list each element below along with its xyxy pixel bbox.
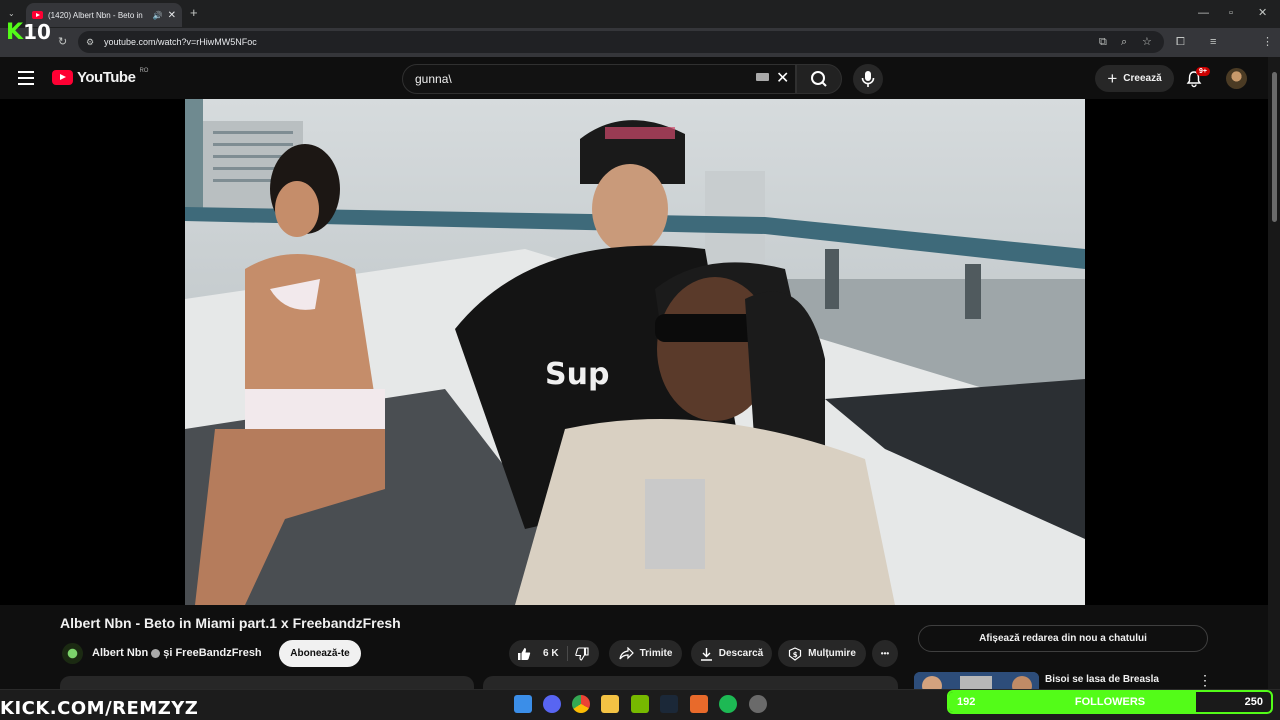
- like-divider: [567, 646, 568, 661]
- create-button[interactable]: + Creează: [1095, 65, 1174, 92]
- youtube-header: YouTube RO gunna\ ✕ + Creează 9+: [0, 57, 1280, 100]
- download-button[interactable]: Descarcă: [691, 640, 772, 667]
- clear-search-icon[interactable]: ✕: [776, 68, 789, 88]
- keyboard-icon[interactable]: [756, 73, 769, 81]
- scrollbar-thumb[interactable]: [1272, 72, 1277, 222]
- site-info-icon[interactable]: ⚙: [86, 35, 94, 49]
- youtube-wordmark: YouTube: [77, 69, 136, 86]
- download-label: Descarcă: [718, 648, 764, 659]
- like-dislike-group: 6 K: [509, 640, 599, 667]
- share-button[interactable]: Trimite: [609, 640, 682, 667]
- windows-start-icon[interactable]: [514, 695, 532, 713]
- channel-name[interactable]: Albert Nbn: [92, 647, 148, 659]
- maximize-icon[interactable]: ▫: [1229, 6, 1233, 20]
- discord-icon[interactable]: [543, 695, 561, 713]
- download-icon: [700, 647, 712, 661]
- subscribe-button[interactable]: Abonează-te: [279, 640, 361, 667]
- more-actions-button[interactable]: •••: [872, 640, 898, 667]
- search-button[interactable]: [796, 64, 842, 94]
- plus-icon: +: [1107, 68, 1118, 88]
- svg-text:$: $: [793, 651, 798, 659]
- youtube-favicon-icon: [32, 11, 43, 19]
- extensions-icon[interactable]: ⧠: [1176, 35, 1185, 49]
- steam-icon[interactable]: [660, 695, 678, 713]
- video-scene-image: Sup: [185, 99, 1085, 605]
- cast-icon[interactable]: ⧉: [1099, 35, 1107, 49]
- tab-search-icon[interactable]: ⌄: [8, 7, 15, 21]
- followers-goal-bar: 192 FOLLOWERS 250: [947, 690, 1273, 714]
- share-label: Trimite: [639, 648, 673, 659]
- youtube-play-icon: [52, 70, 73, 85]
- kick-logo: K10: [6, 20, 62, 46]
- voice-search-button[interactable]: [853, 64, 883, 94]
- recommended-menu-icon[interactable]: ⋮: [1198, 672, 1212, 689]
- video-title: Albert Nbn - Beto in Miami part.1 x Free…: [60, 615, 401, 631]
- zoom-icon[interactable]: ⌕: [1121, 35, 1127, 49]
- search-input[interactable]: gunna\: [402, 64, 796, 94]
- hamburger-icon[interactable]: [18, 71, 34, 85]
- svg-text:Sup: Sup: [545, 357, 609, 392]
- video-frame[interactable]: Sup: [185, 99, 1085, 605]
- account-avatar[interactable]: [1226, 68, 1247, 89]
- youtube-logo[interactable]: YouTube RO: [52, 67, 149, 86]
- notification-badge: 9+: [1196, 67, 1210, 76]
- search-icon: [811, 71, 827, 87]
- collab-channel[interactable]: și FreeBandzFresh: [163, 647, 261, 659]
- media-controls-icon[interactable]: ≡: [1210, 35, 1216, 49]
- minimize-icon[interactable]: —: [1198, 6, 1209, 20]
- nvidia-icon[interactable]: [631, 695, 649, 713]
- search-query: gunna\: [415, 72, 452, 86]
- file-explorer-icon[interactable]: [601, 695, 619, 713]
- thumbs-up-icon: [518, 647, 531, 660]
- verified-badge-icon: [151, 648, 161, 658]
- window-close-icon[interactable]: ✕: [1258, 6, 1267, 20]
- browser-address-bar: ↻ youtube.com/watch?v=rHiwMW5NFoc ⚙ ⧉ ⌕ …: [0, 28, 1280, 77]
- like-count: 6 K: [543, 648, 559, 659]
- url-field[interactable]: youtube.com/watch?v=rHiwMW5NFoc: [78, 31, 1164, 53]
- chrome-icon[interactable]: [572, 695, 590, 713]
- channel-avatar[interactable]: [62, 643, 83, 664]
- microphone-icon: [861, 71, 875, 87]
- tab-title: (1420) Albert Nbn - Beto in: [48, 10, 143, 20]
- followers-goal: 250: [1244, 696, 1263, 708]
- browser-tab-bar: ⌄ (1420) Albert Nbn - Beto in 🔊 ✕ + — ▫ …: [0, 0, 1280, 28]
- create-label: Creează: [1123, 73, 1162, 84]
- kick-logo-number: 10: [23, 20, 51, 44]
- thanks-icon: $: [789, 646, 802, 661]
- share-arrow-icon: [618, 647, 634, 660]
- chrome-menu-icon[interactable]: ⋮: [1262, 35, 1273, 49]
- followers-label: FOLLOWERS: [1074, 696, 1146, 708]
- thanks-label: Mulțumire: [808, 648, 856, 659]
- thumbs-down-icon: [575, 646, 589, 661]
- recommended-title[interactable]: Bisoi se lasa de Breasla: [1045, 674, 1159, 685]
- region-code: RO: [139, 67, 149, 74]
- more-actions-icon: •••: [880, 649, 890, 658]
- kick-channel-url: KICK.COM/REMZYZ: [0, 698, 199, 719]
- speaker-icon[interactable]: 🔊: [153, 11, 163, 20]
- replay-chat-button[interactable]: Afișează redarea din nou a chatului: [918, 625, 1208, 652]
- spotify-icon[interactable]: [719, 695, 737, 713]
- url-text: youtube.com/watch?v=rHiwMW5NFoc: [104, 37, 257, 47]
- tab-close-icon[interactable]: ✕: [168, 10, 176, 21]
- thanks-button[interactable]: $ Mulțumire: [778, 640, 866, 667]
- channel-line: Albert Nbn și FreeBandzFresh: [92, 647, 262, 659]
- app-icon[interactable]: [690, 695, 708, 713]
- like-button[interactable]: 6 K: [517, 640, 559, 667]
- bookmark-star-icon[interactable]: ☆: [1142, 35, 1152, 49]
- new-tab-button[interactable]: +: [190, 6, 198, 20]
- kick-logo-letter: K: [6, 20, 24, 45]
- dislike-button[interactable]: [575, 640, 589, 667]
- obs-icon[interactable]: [749, 695, 767, 713]
